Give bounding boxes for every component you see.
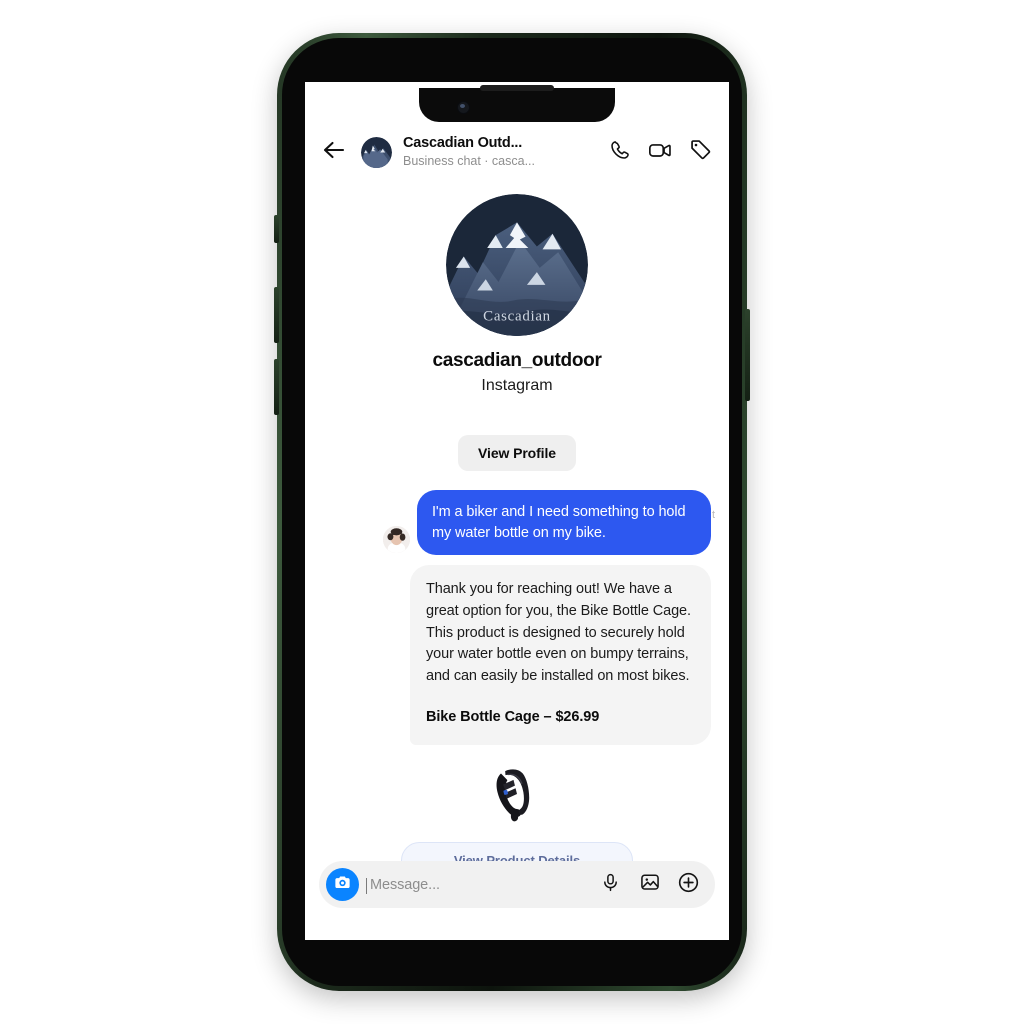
view-profile-button[interactable]: View Profile	[458, 435, 576, 471]
mute-switch[interactable]	[274, 215, 279, 243]
stray-character: t	[711, 509, 715, 522]
chat-subtitle: Business chat · casca...	[403, 154, 536, 169]
text-caret	[366, 877, 367, 894]
volume-up-button[interactable]	[274, 287, 279, 343]
price-tag-icon	[689, 138, 712, 166]
camera-button[interactable]	[326, 868, 359, 901]
chat-header: Cascadian Outd... Business chat · casca.…	[305, 124, 729, 180]
phone-screen: Cascadian Outd... Business chat · casca.…	[305, 82, 729, 940]
avatar-wordmark: Cascadian	[483, 308, 551, 324]
audio-call-button[interactable]	[605, 137, 635, 167]
phone-icon	[609, 139, 631, 166]
incoming-message-bubble[interactable]: Thank you for reaching out! We have a gr…	[410, 565, 711, 745]
outgoing-message-row: I'm a biker and I need something to hold…	[305, 490, 729, 556]
back-arrow-icon	[323, 141, 345, 164]
chat-title: Cascadian Outd...	[403, 135, 523, 152]
display-notch	[419, 85, 615, 122]
incoming-message-row: Thank you for reaching out! We have a gr…	[305, 555, 729, 745]
microphone-button[interactable]	[597, 871, 624, 898]
product-image[interactable]	[484, 761, 550, 827]
back-button[interactable]	[319, 137, 349, 167]
profile-avatar[interactable]: Cascadian	[446, 194, 588, 336]
gallery-button[interactable]	[636, 871, 663, 898]
product-price-line: Bike Bottle Cage – $26.99	[426, 708, 600, 725]
front-camera-icon	[457, 101, 470, 114]
outgoing-message-bubble[interactable]: I'm a biker and I need something to hold…	[417, 490, 711, 556]
avatar	[383, 526, 410, 554]
profile-block: Cascadian cascadian_outdoor Instagram Vi…	[305, 194, 729, 471]
product-image-wrap	[305, 761, 729, 832]
header-avatar[interactable]	[361, 136, 392, 168]
shop-tag-button[interactable]	[685, 137, 715, 167]
video-call-button[interactable]	[645, 137, 675, 167]
profile-platform: Instagram	[481, 377, 553, 394]
earpiece-speaker	[480, 85, 554, 91]
header-text-group[interactable]: Cascadian Outd... Business chat · casca.…	[403, 134, 595, 169]
phone-bezel: Cascadian Outd... Business chat · casca.…	[282, 38, 742, 986]
incoming-message-text: Thank you for reaching out! We have a gr…	[426, 581, 691, 685]
more-options-button[interactable]	[675, 871, 702, 898]
message-composer: Message...	[305, 861, 729, 908]
phone-frame: Cascadian Outd... Business chat · casca.…	[274, 33, 750, 991]
camera-icon	[333, 873, 352, 897]
image-icon	[639, 871, 661, 898]
plus-circle-icon	[677, 871, 700, 899]
video-camera-icon	[648, 139, 672, 166]
message-input[interactable]: Message...	[366, 877, 585, 894]
profile-username: cascadian_outdoor	[432, 350, 602, 371]
volume-down-button[interactable]	[274, 359, 279, 415]
power-button[interactable]	[745, 309, 750, 401]
composer-bar: Message...	[319, 861, 715, 908]
microphone-icon	[600, 872, 621, 898]
conversation: I'm a biker and I need something to hold…	[305, 490, 729, 879]
